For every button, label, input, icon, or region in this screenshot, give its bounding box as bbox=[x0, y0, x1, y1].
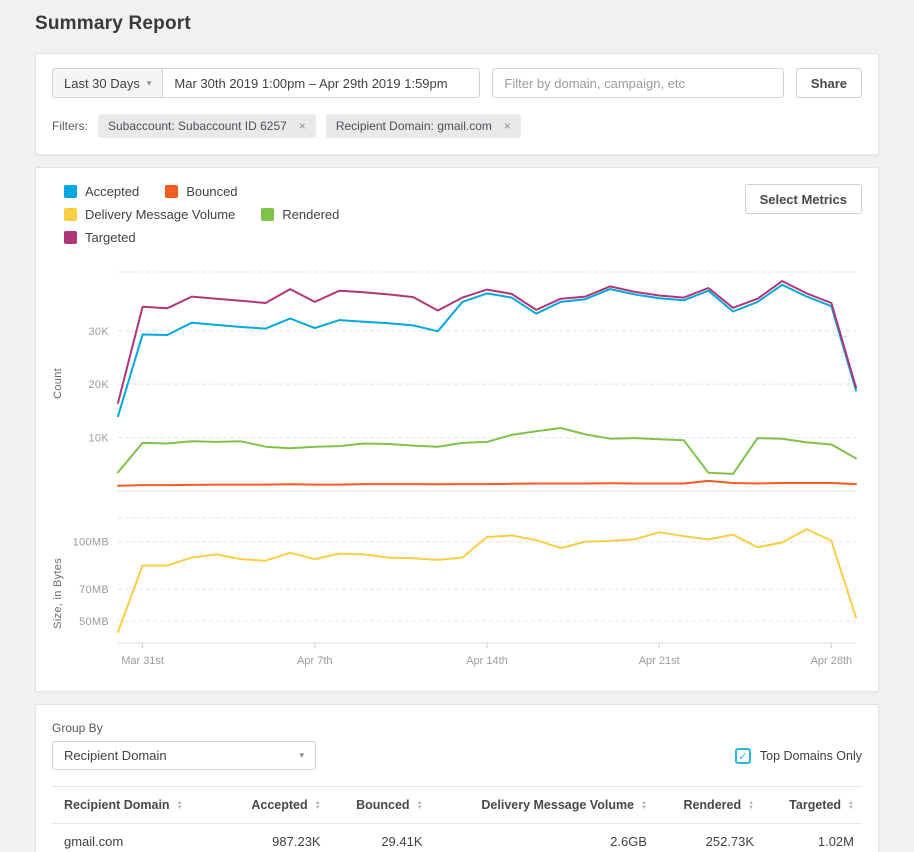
sort-icon[interactable]: ▲▼ bbox=[748, 801, 754, 811]
table-cell: 2.6GB bbox=[431, 824, 655, 852]
table-row: gmail.com987.23K29.41K2.6GB252.73K1.02M bbox=[52, 824, 862, 852]
count-line-chart: 10K 20K 30K bbox=[68, 265, 862, 501]
size-chart: Size, in Bytes 50MB 70MB 100MB Mar 31st Apr … bbox=[52, 511, 862, 675]
column-header-bounced[interactable]: Bounced▲▼ bbox=[329, 787, 431, 824]
chart-legend: Accepted Bounced Delivery Message Volume Re… bbox=[52, 184, 442, 253]
group-by-label: Group By bbox=[52, 721, 316, 735]
column-header-recipient-domain[interactable]: Recipient Domain▲▼ bbox=[52, 787, 223, 824]
svg-text:100MB: 100MB bbox=[73, 537, 109, 549]
share-button[interactable]: Share bbox=[796, 68, 862, 98]
date-range-input[interactable] bbox=[162, 68, 480, 98]
domain-link[interactable]: gmail.com bbox=[52, 824, 223, 852]
svg-text:30K: 30K bbox=[89, 326, 110, 338]
sort-icon[interactable]: ▲▼ bbox=[315, 801, 321, 811]
remove-filter-icon[interactable]: × bbox=[299, 119, 306, 133]
filter-search-input[interactable] bbox=[492, 68, 783, 98]
table-cell: 987.23K bbox=[223, 824, 328, 852]
filter-tag-recipient-domain: Recipient Domain: gmail.com × bbox=[326, 114, 521, 138]
svg-text:10K: 10K bbox=[89, 433, 110, 445]
page-title: Summary Report bbox=[35, 0, 879, 53]
summary-table: Recipient Domain▲▼Accepted▲▼Bounced▲▼Del… bbox=[52, 786, 862, 852]
chevron-down-icon: ▾ bbox=[299, 750, 304, 761]
column-header-rendered[interactable]: Rendered▲▼ bbox=[655, 787, 762, 824]
table-header-row: Recipient Domain▲▼Accepted▲▼Bounced▲▼Del… bbox=[52, 787, 862, 824]
svg-text:20K: 20K bbox=[89, 379, 110, 391]
svg-text:Apr 14th: Apr 14th bbox=[466, 655, 508, 667]
svg-text:Mar 31st: Mar 31st bbox=[121, 655, 164, 667]
table-cell: 252.73K bbox=[655, 824, 762, 852]
chevron-down-icon: ▾ bbox=[147, 78, 152, 89]
count-chart: Count 10K 20K 30K bbox=[52, 265, 862, 501]
legend-item-targeted: Targeted bbox=[64, 230, 136, 245]
filters-label: Filters: bbox=[52, 119, 88, 133]
top-domains-only-label: Top Domains Only bbox=[760, 749, 862, 763]
date-preset-label: Last 30 Days bbox=[64, 76, 140, 91]
sort-icon[interactable]: ▲▼ bbox=[417, 801, 423, 811]
size-line-chart: 50MB 70MB 100MB Mar 31st Apr 7th Apr 14th Apr … bbox=[68, 511, 862, 675]
metrics-chart-panel: Accepted Bounced Delivery Message Volume Re… bbox=[35, 167, 879, 692]
filter-tag-label: Subaccount: Subaccount ID 6257 bbox=[108, 119, 287, 133]
legend-swatch-icon bbox=[165, 185, 178, 198]
legend-swatch-icon bbox=[64, 208, 77, 221]
group-by-select[interactable]: Recipient Domain ▾ bbox=[52, 741, 316, 770]
size-axis-label: Size, in Bytes bbox=[52, 558, 68, 629]
svg-text:50MB: 50MB bbox=[79, 616, 109, 628]
count-axis-label: Count bbox=[52, 368, 68, 399]
active-filters-row: Filters: Subaccount: Subaccount ID 6257 … bbox=[52, 114, 862, 138]
remove-filter-icon[interactable]: × bbox=[504, 119, 511, 133]
table-cell: 29.41K bbox=[329, 824, 431, 852]
legend-item-accepted: Accepted bbox=[64, 184, 139, 199]
svg-text:Apr 7th: Apr 7th bbox=[297, 655, 332, 667]
svg-text:Apr 21st: Apr 21st bbox=[639, 655, 680, 667]
sort-icon[interactable]: ▲▼ bbox=[177, 801, 183, 811]
column-header-accepted[interactable]: Accepted▲▼ bbox=[223, 787, 328, 824]
column-header-targeted[interactable]: Targeted▲▼ bbox=[762, 787, 862, 824]
legend-item-rendered: Rendered bbox=[261, 207, 339, 222]
toolbar-panel: Last 30 Days ▾ Share Filters: Subaccount… bbox=[35, 53, 879, 155]
svg-text:70MB: 70MB bbox=[79, 584, 109, 596]
legend-swatch-icon bbox=[261, 208, 274, 221]
group-by-selected-value: Recipient Domain bbox=[64, 748, 167, 763]
date-range-picker: Last 30 Days ▾ bbox=[52, 68, 480, 98]
filter-tag-subaccount: Subaccount: Subaccount ID 6257 × bbox=[98, 114, 316, 138]
svg-text:Apr 28th: Apr 28th bbox=[811, 655, 853, 667]
checkbox-checked-icon[interactable]: ✓ bbox=[735, 748, 751, 764]
filter-tag-label: Recipient Domain: gmail.com bbox=[336, 119, 492, 133]
legend-item-delivery-message-volume: Delivery Message Volume bbox=[64, 207, 235, 222]
top-domains-only-toggle[interactable]: ✓ Top Domains Only bbox=[735, 748, 862, 770]
summary-report-page: Summary Report Last 30 Days ▾ Share Filt… bbox=[0, 0, 914, 852]
group-by-table-panel: Group By Recipient Domain ▾ ✓ Top Domain… bbox=[35, 704, 879, 852]
legend-swatch-icon bbox=[64, 185, 77, 198]
sort-icon[interactable]: ▲▼ bbox=[848, 801, 854, 811]
legend-swatch-icon bbox=[64, 231, 77, 244]
table-cell: 1.02M bbox=[762, 824, 862, 852]
column-header-delivery-message-volume[interactable]: Delivery Message Volume▲▼ bbox=[431, 787, 655, 824]
date-preset-button[interactable]: Last 30 Days ▾ bbox=[52, 68, 162, 98]
legend-item-bounced: Bounced bbox=[165, 184, 237, 199]
sort-icon[interactable]: ▲▼ bbox=[641, 801, 647, 811]
select-metrics-button[interactable]: Select Metrics bbox=[745, 184, 862, 214]
